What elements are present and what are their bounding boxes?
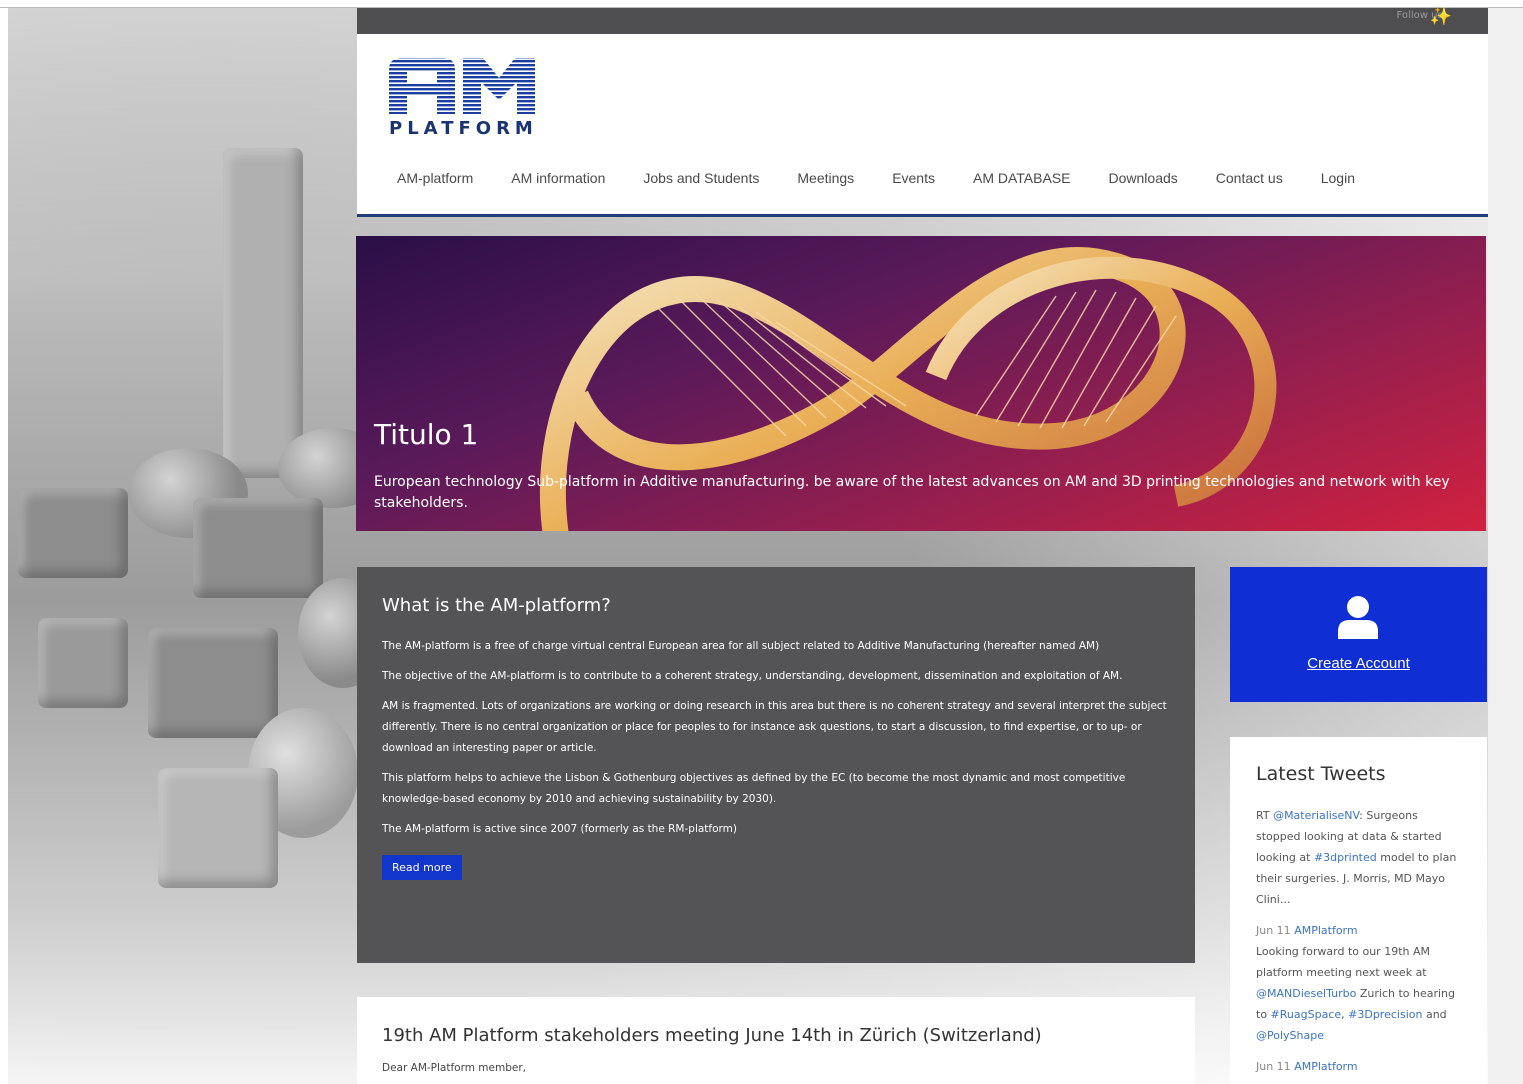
bg-block	[38, 618, 128, 708]
bg-block	[18, 488, 128, 578]
hero-title: Titulo 1	[374, 418, 479, 451]
nav-item-am-information[interactable]: AM information	[511, 170, 605, 186]
about-paragraph: The AM-platform is active since 2007 (fo…	[382, 823, 737, 835]
tweet-text: Looking forward to our 19th AM platform …	[1256, 945, 1430, 979]
tweet-author-link[interactable]: AMPlatform	[1294, 1060, 1357, 1073]
hero-description: European technology Sub-platform in Addi…	[374, 474, 1450, 511]
nav-item-meetings[interactable]: Meetings	[797, 170, 854, 186]
am-platform-logo[interactable]: PLATFORM	[387, 56, 537, 146]
nav-item-downloads[interactable]: Downloads	[1109, 170, 1178, 186]
user-icon	[1338, 596, 1378, 639]
read-more-button[interactable]: Read more	[382, 855, 462, 880]
nav-item-jobs-and-students[interactable]: Jobs and Students	[643, 170, 759, 186]
tweet-date: Jun 11	[1256, 1060, 1295, 1073]
bg-metal-plate	[223, 148, 303, 478]
main-nav: AM-platform AM information Jobs and Stud…	[397, 170, 1393, 186]
tweet-author-link[interactable]: AMPlatform	[1294, 924, 1357, 937]
tweet-date: Jun 11	[1256, 924, 1295, 937]
logo-am-mark	[389, 58, 535, 114]
about-paragraph: This platform helps to achieve the Lisbo…	[382, 772, 1126, 805]
news-greeting: Dear AM-Platform member,	[382, 1062, 526, 1074]
tweet-mention-link[interactable]: @PolyShape	[1256, 1029, 1324, 1042]
tweet-mention-link[interactable]: @MANDieselTurbo	[1256, 987, 1356, 1000]
twitter-bird-icon[interactable]: ✨	[1430, 8, 1452, 26]
about-section: What is the AM-platform? The AM-platform…	[357, 567, 1195, 963]
logo-platform-text: PLATFORM	[389, 118, 538, 139]
about-paragraph: AM is fragmented. Lots of organizations …	[382, 700, 1167, 754]
nav-item-am-platform[interactable]: AM-platform	[397, 170, 473, 186]
nav-item-events[interactable]: Events	[892, 170, 935, 186]
bg-block	[193, 498, 323, 598]
create-account-box[interactable]: Create Account	[1230, 567, 1487, 702]
about-paragraph: The objective of the AM-platform is to c…	[382, 670, 1123, 682]
nav-item-contact-us[interactable]: Contact us	[1216, 170, 1283, 186]
create-account-link[interactable]: Create Account	[1230, 655, 1487, 672]
tweets-title: Latest Tweets	[1256, 763, 1386, 785]
hero-slider[interactable]: Titulo 1 European technology Sub-platfor…	[356, 236, 1486, 531]
tweet-item: Jun 11 AMPlatform	[1256, 1056, 1461, 1077]
tweet-mention-link[interactable]: @MaterialiseNV	[1273, 809, 1359, 822]
tweet-hashtag-link[interactable]: #3dprinted	[1314, 851, 1377, 864]
nav-item-am-database[interactable]: AM DATABASE	[973, 170, 1071, 186]
latest-tweets-widget: Latest Tweets RT @MaterialiseNV: Surgeon…	[1230, 737, 1487, 1084]
tweet-item: RT @MaterialiseNV: Surgeons stopped look…	[1256, 805, 1461, 910]
tweet-text: RT	[1256, 809, 1274, 822]
top-bar: Follow us: ✨	[357, 8, 1488, 34]
tweet-item: Jun 11 AMPlatform Looking forward to our…	[1256, 920, 1461, 1046]
nav-item-login[interactable]: Login	[1321, 170, 1355, 186]
page-right-margin	[1488, 8, 1523, 1084]
about-paragraph: The AM-platform is a free of charge virt…	[382, 640, 1100, 652]
news-article: 19th AM Platform stakeholders meeting Ju…	[357, 997, 1195, 1084]
bg-block	[148, 628, 278, 738]
tweet-text: and	[1422, 1008, 1447, 1021]
tweet-hashtag-link[interactable]: #RuagSpace	[1271, 1008, 1342, 1021]
bg-block	[158, 768, 278, 888]
tweet-hashtag-link[interactable]: #3Dprecision	[1348, 1008, 1422, 1021]
site-header: PLATFORM AM-platform AM information Jobs…	[357, 34, 1488, 217]
about-title: What is the AM-platform?	[382, 595, 611, 616]
news-title[interactable]: 19th AM Platform stakeholders meeting Ju…	[382, 1025, 1170, 1046]
